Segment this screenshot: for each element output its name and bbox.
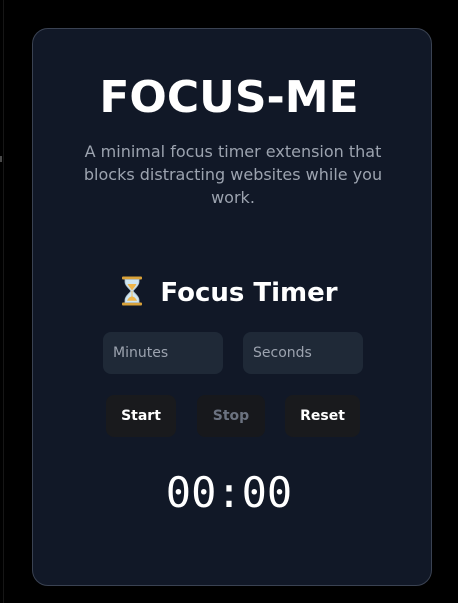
- hourglass-icon: [122, 276, 143, 306]
- focus-timer-heading-text: Focus Timer: [160, 278, 338, 308]
- start-button[interactable]: Start: [106, 395, 176, 437]
- minutes-input[interactable]: [103, 332, 223, 374]
- reset-button[interactable]: Reset: [285, 395, 360, 437]
- stop-button[interactable]: Stop: [197, 395, 265, 437]
- seconds-input[interactable]: [243, 332, 363, 374]
- app-title: FOCUS-ME: [99, 72, 359, 123]
- window-edge-marker: [0, 156, 2, 162]
- app-description: A minimal focus timer extension that blo…: [83, 142, 383, 207]
- timer-display: 00:00: [165, 468, 293, 517]
- focus-timer-heading: Focus Timer: [0, 276, 458, 310]
